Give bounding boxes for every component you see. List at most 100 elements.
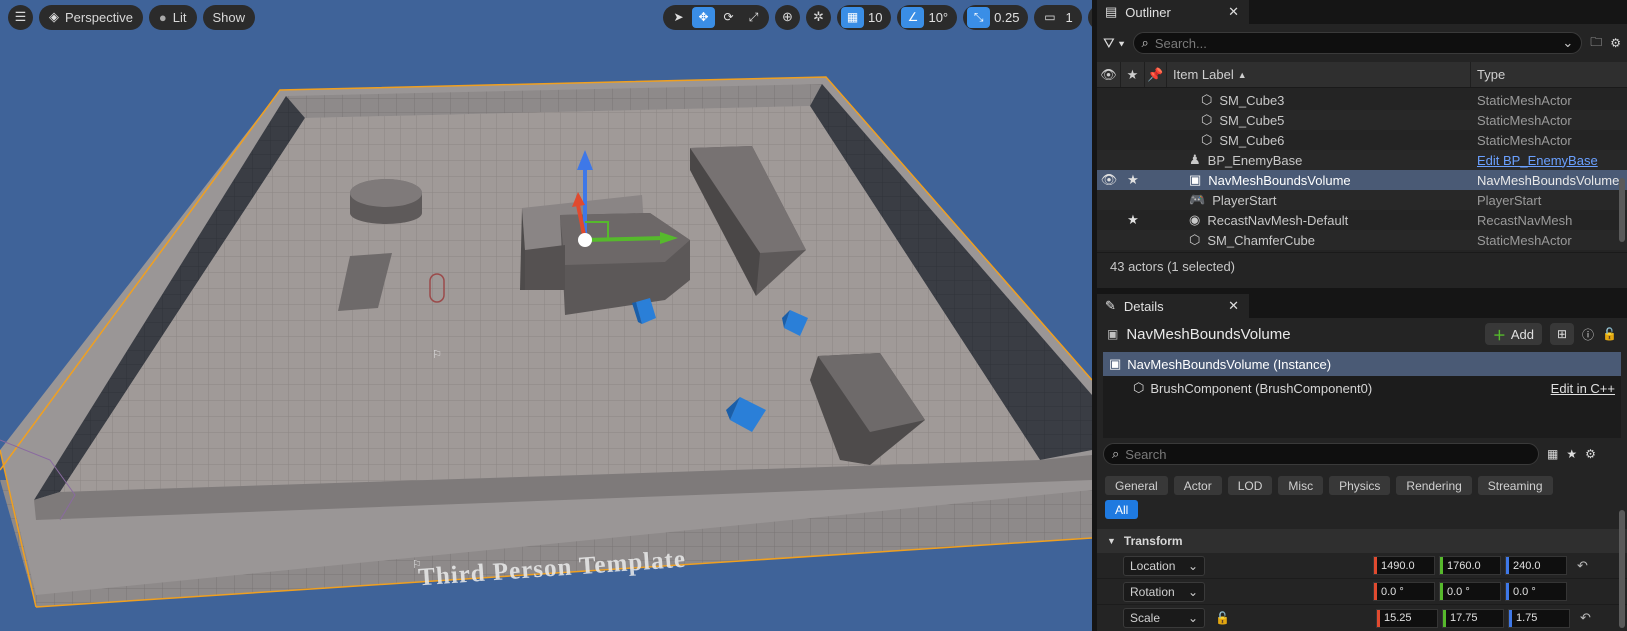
- filter-physics[interactable]: Physics: [1329, 476, 1391, 495]
- filter-all[interactable]: All: [1105, 500, 1139, 519]
- scale-icon[interactable]: ⤢: [742, 7, 765, 28]
- table-view-icon[interactable]: ▦: [1547, 447, 1558, 461]
- close-icon[interactable]: ✕: [1228, 298, 1239, 314]
- lock-icon[interactable]: 🔓: [1602, 327, 1617, 341]
- chevron-down-icon[interactable]: ⌄: [1562, 35, 1573, 51]
- translate-icon[interactable]: ✥: [692, 6, 715, 28]
- type-column[interactable]: Type: [1471, 62, 1627, 87]
- item-label-column[interactable]: Item Label ▲: [1167, 62, 1471, 87]
- filter-general[interactable]: General: [1105, 476, 1168, 495]
- reset-icon[interactable]: ↶: [1577, 558, 1588, 574]
- outliner-icon: ▤: [1105, 4, 1118, 19]
- row-label-cell: 🎮 PlayerStart: [1167, 192, 1477, 208]
- outliner-row[interactable]: ★ ◉ RecastNavMesh-Default RecastNavMesh: [1097, 210, 1627, 230]
- scale-snap-value[interactable]: 0.25: [992, 10, 1024, 25]
- rotation-x-field[interactable]: 0.0 °: [1373, 582, 1435, 601]
- scale-snap-group[interactable]: ⤡ 0.25: [963, 4, 1029, 30]
- grid-snap-group[interactable]: ▦ 10: [837, 4, 892, 30]
- component-tree[interactable]: ▣ NavMeshBoundsVolume (Instance) ⬡ Brush…: [1103, 352, 1621, 438]
- scale-x-field[interactable]: 15.25: [1375, 608, 1438, 628]
- favorite-toggle[interactable]: ★: [1121, 212, 1145, 228]
- outliner-row[interactable]: ⬡ SM_Cube3 StaticMeshActor: [1097, 90, 1627, 110]
- outliner-row[interactable]: ⬡ SM_Cube6 StaticMeshActor: [1097, 130, 1627, 150]
- grid-icon[interactable]: ▦: [841, 6, 864, 28]
- help-icon[interactable]: ⓘ: [1582, 326, 1594, 343]
- volume-icon: ▣: [1109, 356, 1122, 371]
- camera-speed-group[interactable]: ▭ 1: [1034, 4, 1082, 30]
- scale-dropdown[interactable]: Scale ⌄: [1123, 608, 1205, 628]
- level-viewport[interactable]: ⚐ ⚐ ☰ ◈ Perspective ● Lit Show ➤ ✥ ⟳ ⤢ ⊕…: [0, 0, 1092, 631]
- gamepad-icon: 🎮: [1189, 192, 1206, 207]
- details-search-input[interactable]: ⌕ Search: [1103, 443, 1539, 465]
- rotation-snap-value[interactable]: 10°: [926, 10, 953, 25]
- camera-icon[interactable]: ▭: [1038, 7, 1061, 28]
- star-icon[interactable]: ★: [1566, 447, 1577, 461]
- rotation-y-field[interactable]: 0.0 °: [1439, 582, 1501, 601]
- lock-icon[interactable]: 🔓: [1215, 611, 1230, 625]
- filter-chips: General Actor LOD Misc Physics Rendering…: [1097, 476, 1627, 495]
- filter-lod[interactable]: LOD: [1227, 476, 1273, 495]
- outliner-row[interactable]: 🎮 PlayerStart PlayerStart: [1097, 190, 1627, 210]
- outliner-list[interactable]: ⬡ SM_Cube3 StaticMeshActor ⬡ SM_Cube5 Stat…: [1097, 88, 1627, 252]
- details-scrollbar[interactable]: [1619, 510, 1625, 628]
- add-folder-icon[interactable]: 🗀: [1590, 33, 1602, 54]
- component-row-brush[interactable]: ⬡ BrushComponent (BrushComponent0) Edit …: [1103, 376, 1621, 400]
- reset-icon[interactable]: ↶: [1580, 610, 1591, 626]
- angle-icon[interactable]: ∠: [901, 6, 925, 28]
- plus-icon: ＋: [1492, 327, 1506, 343]
- lighting-mode-button[interactable]: ● Lit: [148, 4, 197, 30]
- filter-misc[interactable]: Misc: [1278, 476, 1324, 495]
- view-mode-button[interactable]: ◈ Perspective: [39, 4, 143, 30]
- favorite-toggle[interactable]: ★: [1121, 172, 1145, 188]
- scale-z-value: 1.75: [1515, 612, 1538, 624]
- pawn-icon: ♟: [1189, 152, 1201, 167]
- camera-speed-value[interactable]: 1: [1063, 10, 1077, 25]
- scale-label: Scale: [1130, 611, 1161, 625]
- outliner-row[interactable]: ⬡ SM_Cube5 StaticMeshActor: [1097, 110, 1627, 130]
- outliner-row[interactable]: ⬡ SM_ChamferCube StaticMeshActor: [1097, 230, 1627, 250]
- rotation-z-field[interactable]: 0.0 °: [1505, 582, 1567, 601]
- outliner-row-selected[interactable]: 👁 ★ ▣ NavMeshBoundsVolume NavMeshBoundsVo…: [1097, 170, 1627, 190]
- outliner-row[interactable]: ♟ BP_EnemyBase Edit BP_EnemyBase: [1097, 150, 1627, 170]
- outliner-scrollbar[interactable]: [1619, 178, 1625, 242]
- close-icon[interactable]: ✕: [1228, 4, 1239, 20]
- component-label: NavMeshBoundsVolume (Instance): [1127, 356, 1332, 372]
- rotation-dropdown[interactable]: Rotation ⌄: [1123, 581, 1205, 602]
- location-x-field[interactable]: 1490.0: [1373, 556, 1435, 575]
- select-arrow-icon[interactable]: ➤: [667, 7, 690, 28]
- visibility-column-icon[interactable]: 👁: [1097, 62, 1121, 87]
- star-column-icon[interactable]: ★: [1121, 62, 1145, 87]
- show-button[interactable]: Show: [202, 4, 256, 30]
- blueprint-button[interactable]: ⊞: [1550, 323, 1575, 345]
- component-row-instance[interactable]: ▣ NavMeshBoundsVolume (Instance): [1103, 352, 1621, 376]
- details-tab[interactable]: ✎ Details ✕: [1097, 294, 1249, 318]
- grid-snap-value[interactable]: 10: [866, 10, 887, 25]
- filter-actor[interactable]: Actor: [1173, 476, 1222, 495]
- transform-section-header[interactable]: ▼ Transform: [1097, 529, 1627, 553]
- scale-y-field[interactable]: 17.75: [1441, 608, 1504, 628]
- gear-icon[interactable]: ⚙: [1585, 447, 1596, 461]
- visibility-toggle[interactable]: 👁: [1097, 172, 1121, 188]
- outliner-tab[interactable]: ▤ Outliner ✕: [1097, 0, 1249, 24]
- add-component-button[interactable]: ＋ Add: [1484, 323, 1543, 345]
- location-y-field[interactable]: 1760.0: [1439, 556, 1501, 575]
- pin-column-icon[interactable]: 📌: [1145, 62, 1167, 87]
- scale-snap-icon[interactable]: ⤡: [967, 6, 991, 28]
- filter-rendering[interactable]: Rendering: [1396, 476, 1472, 495]
- scale-z-field[interactable]: 1.75: [1507, 608, 1570, 628]
- edit-blueprint-link[interactable]: Edit BP_EnemyBase: [1477, 153, 1627, 168]
- filter-icon[interactable]: ⛛ ▾: [1103, 35, 1125, 52]
- outliner-search-input[interactable]: ⌕ Search... ⌄: [1132, 32, 1583, 54]
- viewport-layout-button[interactable]: ⊞: [1087, 4, 1092, 30]
- rotation-snap-group[interactable]: ∠ 10°: [897, 4, 958, 30]
- rotate-icon[interactable]: ⟳: [717, 7, 740, 28]
- viewport-menu-button[interactable]: ☰: [8, 4, 33, 30]
- world-local-toggle[interactable]: ⊕: [775, 4, 800, 30]
- gear-icon[interactable]: ⚙: [1610, 36, 1621, 50]
- filter-streaming[interactable]: Streaming: [1477, 476, 1553, 495]
- edit-in-cpp-link[interactable]: Edit in C++: [1551, 381, 1615, 396]
- location-z-field[interactable]: 240.0: [1505, 556, 1567, 575]
- surface-snap-toggle[interactable]: ✲: [806, 4, 831, 30]
- location-dropdown[interactable]: Location ⌄: [1123, 555, 1205, 576]
- scene-render[interactable]: ⚐ ⚐: [0, 0, 1092, 631]
